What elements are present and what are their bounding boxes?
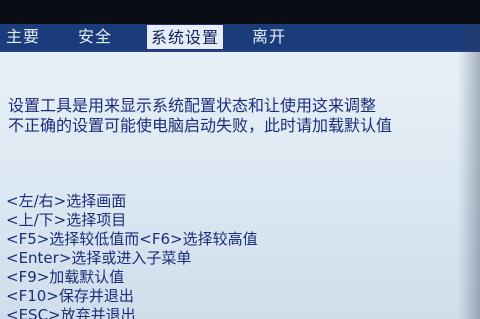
key-help-discard-exit: <ESC>放弃并退出 <box>6 306 136 319</box>
monitor-bezel <box>0 0 480 24</box>
key-help-select-item: <上/下>选择项目 <box>6 211 127 229</box>
key-help-save-exit: <F10>保存并退出 <box>6 287 134 305</box>
description-line: 设置工具是用来显示系统配置状态和让使用这来调整 <box>8 96 377 115</box>
key-help-load-defaults: <F9>加载默认值 <box>6 268 125 286</box>
key-help-enter-submenu: <Enter>选择或进入子菜单 <box>6 249 192 267</box>
bios-screen: 主要 安全 系统设置 离开 设置工具是用来显示系统配置状态和让使用这来调整 不正… <box>0 0 480 319</box>
description-line: 不正确的设置可能使电脑启动失败，此时请加载默认值 <box>8 116 393 135</box>
help-description: 设置工具是用来显示系统配置状态和让使用这来调整 不正确的设置可能使电脑启动失败，… <box>8 96 392 136</box>
bios-tab-bar: 主要 安全 系统设置 离开 <box>0 24 480 50</box>
panel-divider <box>0 50 480 52</box>
tab-security[interactable]: 安全 <box>78 24 112 50</box>
tab-exit[interactable]: 离开 <box>252 24 286 50</box>
tab-main[interactable]: 主要 <box>6 24 40 50</box>
tab-system-settings[interactable]: 系统设置 <box>146 24 225 50</box>
key-help-select-screen: <左/右>选择画面 <box>6 192 127 210</box>
settings-panel: 设置工具是用来显示系统配置状态和让使用这来调整 不正确的设置可能使电脑启动失败，… <box>0 50 480 319</box>
key-help-list: <左/右>选择画面 <上/下>选择项目 <F5>选择较低值而<F6>选择较高值 … <box>6 192 258 319</box>
key-help-change-value: <F5>选择较低值而<F6>选择较高值 <box>6 230 258 248</box>
